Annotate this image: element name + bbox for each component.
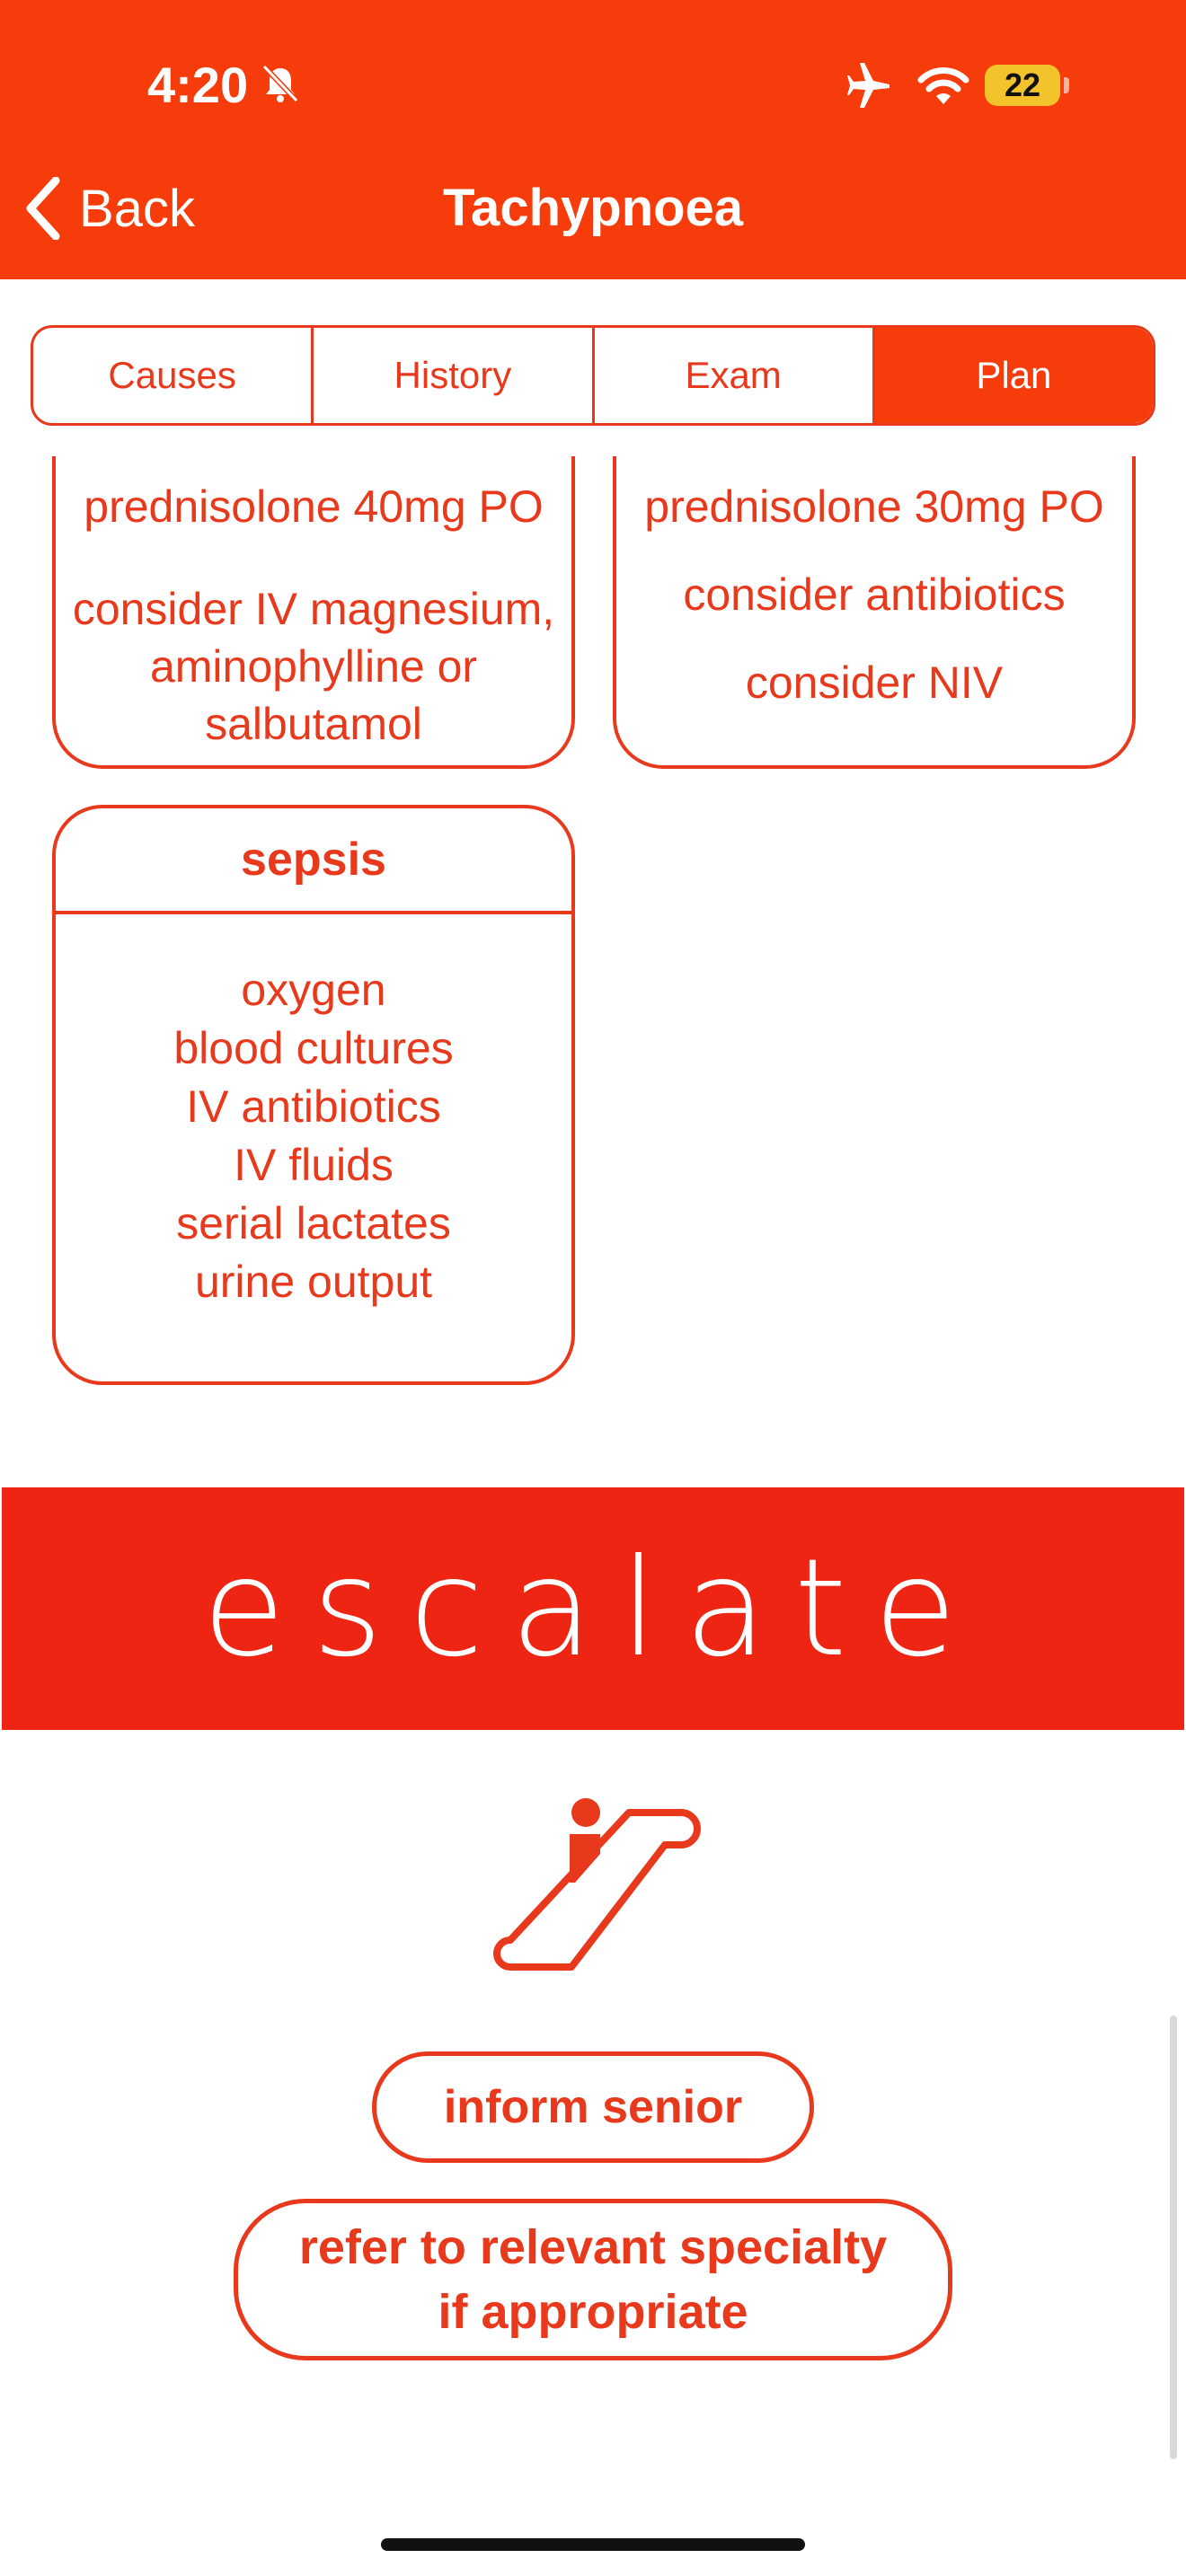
list-item: urine output xyxy=(194,1257,433,1307)
plan-card-right: prednisolone 30mg PO consider antibiotic… xyxy=(613,456,1136,769)
card-line: consider IV magnesium, xyxy=(72,584,555,634)
nav-header: 4:20 22 Back Tachypnoea xyxy=(0,0,1186,279)
airplane-mode-icon xyxy=(845,63,893,112)
scrollbar[interactable] xyxy=(1170,2016,1177,2459)
silent-bell-icon xyxy=(261,63,300,109)
sepsis-list: oxygen blood cultures IV antibiotics IV … xyxy=(56,914,571,1311)
list-item: oxygen xyxy=(241,965,386,1015)
card-line: consider NIV xyxy=(745,657,1004,708)
list-item: blood cultures xyxy=(173,1023,454,1073)
inform-senior-label: inform senior xyxy=(443,2081,743,2133)
card-line: prednisolone 30mg PO xyxy=(644,481,1104,532)
status-time: 4:20 xyxy=(147,57,249,113)
card-line: consider antibiotics xyxy=(683,569,1066,620)
list-item: IV fluids xyxy=(234,1140,394,1190)
escalate-heading: escalate xyxy=(202,1531,984,1687)
tab-exam[interactable]: Exam xyxy=(595,328,875,423)
inform-senior-button[interactable]: inform senior xyxy=(372,2051,814,2163)
sepsis-card: sepsis oxygen blood cultures IV antibiot… xyxy=(52,805,575,1385)
refer-label-line1: refer to relevant specialty xyxy=(298,2220,888,2274)
list-item: IV antibiotics xyxy=(186,1081,441,1132)
escalator-icon xyxy=(485,1796,710,1981)
escalate-banner: escalate xyxy=(2,1487,1184,1730)
list-item: serial lactates xyxy=(176,1198,451,1248)
battery-tip xyxy=(1064,77,1069,93)
battery-level: 22 xyxy=(1004,66,1041,103)
card-line: salbutamol xyxy=(205,699,422,749)
page-title: Tachypnoea xyxy=(442,179,744,237)
sepsis-title: sepsis xyxy=(56,808,571,914)
battery-indicator: 22 xyxy=(985,65,1060,106)
refer-specialty-button[interactable]: refer to relevant specialty if appropria… xyxy=(234,2199,952,2360)
refer-label-line2: if appropriate xyxy=(438,2285,748,2339)
card-line: prednisolone 40mg PO xyxy=(84,481,544,532)
tab-causes[interactable]: Causes xyxy=(33,328,314,423)
home-indicator[interactable] xyxy=(381,2538,805,2551)
tab-history[interactable]: History xyxy=(314,328,595,423)
tab-plan[interactable]: Plan xyxy=(874,328,1153,423)
card-line: aminophylline or xyxy=(149,641,478,692)
wifi-icon xyxy=(916,65,970,110)
section-tabs: Causes History Exam Plan xyxy=(31,325,1155,426)
plan-card-left: prednisolone 40mg PO consider IV magnesi… xyxy=(52,456,575,769)
